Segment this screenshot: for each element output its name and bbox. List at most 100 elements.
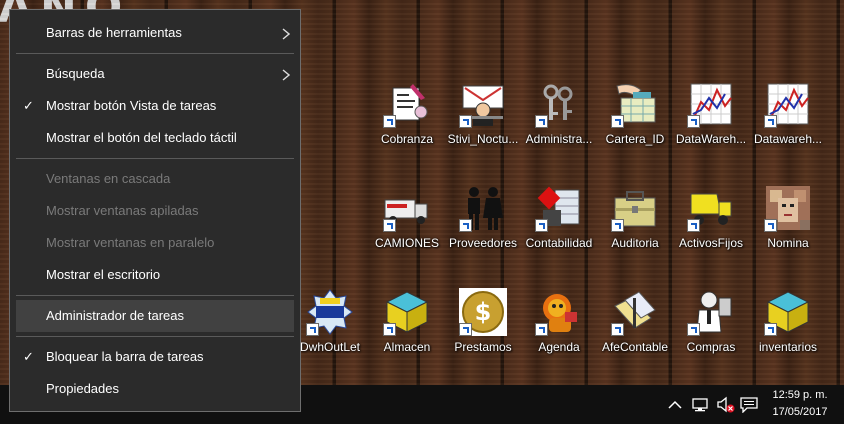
chevron-up-icon[interactable] (668, 385, 684, 424)
desktop-icon-administra[interactable]: Administra... (521, 80, 597, 160)
dollar-coin-icon: $ (459, 288, 507, 336)
menu-item-label: Bloquear la barra de tareas (46, 349, 204, 364)
network-icon[interactable] (692, 385, 712, 424)
menu-item-label: Ventanas en cascada (46, 171, 171, 186)
shortcut-arrow-icon (764, 219, 777, 232)
shortcut-arrow-icon (535, 219, 548, 232)
line-chart-icon (764, 80, 812, 128)
shortcut-arrow-icon (764, 115, 777, 128)
menu-item-properties[interactable]: Propiedades (10, 373, 300, 405)
icon-label: inventarios (758, 340, 818, 354)
shortcut-arrow-icon (383, 219, 396, 232)
icon-label: DataWareh... (675, 132, 747, 146)
desktop-icon-cobranza[interactable]: Cobranza (369, 80, 445, 160)
shortcut-arrow-icon (459, 115, 472, 128)
menu-item-label: Barras de herramientas (46, 25, 182, 40)
desktop-icon-nomina[interactable]: Nomina (750, 184, 826, 264)
icon-label: Compras (686, 340, 736, 354)
desktop-icon-activosfijos[interactable]: ActivosFijos (673, 184, 749, 264)
desktop-icon-datawareh-2[interactable]: Datawareh... (750, 80, 826, 160)
desktop-icon-proveedores[interactable]: Proveedores (445, 184, 521, 264)
lion-icon (535, 288, 583, 336)
action-center-icon[interactable] (740, 385, 760, 424)
submenu-chevron-icon (282, 58, 291, 90)
shortcut-arrow-icon (611, 219, 624, 232)
desktop-icon-cartera-id[interactable]: Cartera_ID (597, 80, 673, 160)
menu-item-label: Mostrar ventanas en paralelo (46, 235, 215, 250)
icon-label: Agenda (538, 340, 580, 354)
desktop-icon-stivi[interactable]: Stivi_Noctu... (445, 80, 521, 160)
desktop-icon-afecontable[interactable]: AfeContable (597, 288, 673, 368)
menu-item-label: Búsqueda (46, 66, 105, 81)
menu-separator (16, 158, 294, 159)
super-remate-icon (306, 288, 354, 336)
shortcut-arrow-icon (764, 323, 777, 336)
icon-label: Cartera_ID (605, 132, 665, 146)
briefcase-icon (611, 184, 659, 232)
desktop-icon-compras[interactable]: Compras (673, 288, 749, 368)
menu-item-stacked-windows: Mostrar ventanas apiladas (10, 195, 300, 227)
menu-item-show-desktop[interactable]: Mostrar el escritorio (10, 259, 300, 291)
shortcut-arrow-icon (459, 323, 472, 336)
menu-item-label: Mostrar el botón del teclado táctil (46, 130, 237, 145)
desktop-icon-auditoria[interactable]: Auditoria (597, 184, 673, 264)
desktop-icon-almacen[interactable]: Almacen (369, 288, 445, 368)
shortcut-arrow-icon (383, 323, 396, 336)
cube-icon (764, 288, 812, 336)
menu-item-label: Propiedades (46, 381, 119, 396)
icon-label: Datawareh... (753, 132, 823, 146)
volume-muted-icon[interactable] (716, 385, 738, 424)
menu-separator (16, 295, 294, 296)
icon-label: Prestamos (454, 340, 512, 354)
shortcut-arrow-icon (687, 219, 700, 232)
checkmark-icon: ✓ (23, 349, 34, 364)
invoice-icon (383, 80, 431, 128)
taskbar-clock[interactable]: 12:59 p. m. 17/05/2017 (764, 387, 836, 421)
icon-label: Stivi_Noctu... (447, 132, 519, 146)
desktop-icon-contabilidad[interactable]: Contabilidad (521, 184, 597, 264)
menu-item-lock-taskbar[interactable]: ✓ Bloquear la barra de tareas (10, 341, 300, 373)
menu-item-label: Mostrar el escritorio (46, 267, 161, 282)
menu-item-label: Mostrar ventanas apiladas (46, 203, 199, 218)
icon-label: ActivosFijos (678, 236, 743, 250)
clock-time: 12:59 p. m. (772, 389, 828, 401)
shortcut-arrow-icon (459, 219, 472, 232)
truck-icon (383, 184, 431, 232)
svg-text:$: $ (475, 298, 492, 326)
menu-item-toolbars[interactable]: Barras de herramientas (10, 17, 300, 49)
menu-item-label: Administrador de tareas (46, 308, 185, 323)
icon-label: AfeContable (601, 340, 669, 354)
icon-label: Administra... (525, 132, 593, 146)
menu-item-task-manager[interactable]: Administrador de tareas (16, 300, 294, 332)
shortcut-arrow-icon (306, 323, 319, 336)
dump-truck-icon (687, 184, 735, 232)
icon-label: DwhOutLet (299, 340, 361, 354)
shortcut-arrow-icon (383, 115, 396, 128)
people-icon (459, 184, 507, 232)
folders-icon (611, 288, 659, 336)
shortcut-arrow-icon (535, 323, 548, 336)
icon-label: Contabilidad (525, 236, 593, 250)
icon-label: Almacen (383, 340, 431, 354)
clock-date: 17/05/2017 (772, 406, 828, 418)
icon-label: CAMIONES (374, 236, 439, 250)
desktop-icon-camiones[interactable]: CAMIONES (369, 184, 445, 264)
taskbar-context-menu: Barras de herramientas Búsqueda ✓ Mostra… (9, 9, 301, 412)
menu-item-show-touch-keyboard-button[interactable]: Mostrar el botón del teclado táctil (10, 122, 300, 154)
accounting-icon (535, 184, 583, 232)
icon-label: Nomina (767, 236, 809, 250)
icon-label: Auditoria (611, 236, 659, 250)
desktop-icon-prestamos[interactable]: $ Prestamos (445, 288, 521, 368)
desktop-icon-dwhoutlet[interactable]: DwhOutLet (292, 288, 368, 368)
desktop-icon-inventarios[interactable]: inventarios (750, 288, 826, 368)
desktop-icon-agenda[interactable]: Agenda (521, 288, 597, 368)
cube-icon (383, 288, 431, 336)
checkmark-icon: ✓ (23, 98, 34, 113)
icon-label: Cobranza (380, 132, 434, 146)
icon-label: Proveedores (448, 236, 518, 250)
menu-item-search[interactable]: Búsqueda (10, 58, 300, 90)
menu-separator (16, 53, 294, 54)
submenu-chevron-icon (282, 17, 291, 49)
menu-item-show-task-view-button[interactable]: ✓ Mostrar botón Vista de tareas (10, 90, 300, 122)
desktop-icon-datawareh-1[interactable]: DataWareh... (673, 80, 749, 160)
